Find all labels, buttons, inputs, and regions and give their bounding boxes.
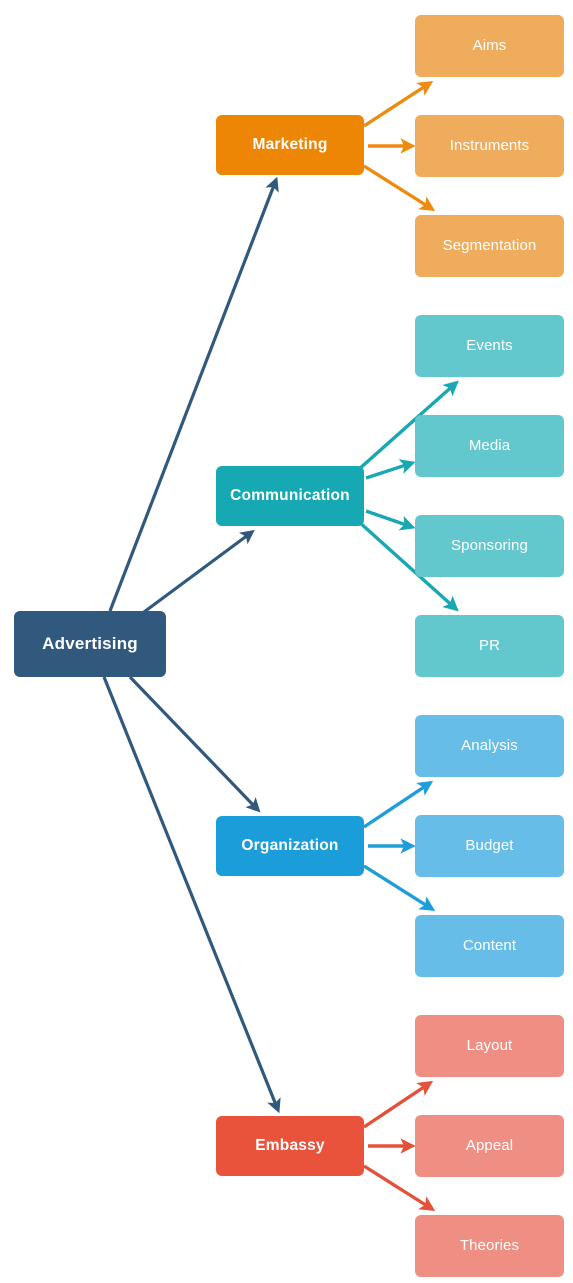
leaf-node-sponsoring[interactable]: Sponsoring [415, 515, 564, 577]
leaf-node-events[interactable]: Events [415, 315, 564, 377]
edge-communication-to-sponsoring [365, 509, 416, 531]
leaf-node-theories[interactable]: Theories [415, 1215, 564, 1277]
leaf-node-label-budget: Budget [465, 837, 514, 855]
leaf-node-content[interactable]: Content [415, 915, 564, 977]
edge-advertising-to-organization [128, 675, 261, 813]
leaf-node-label-media: Media [468, 437, 511, 455]
leaf-node-label-aims: Aims [472, 37, 507, 55]
leaf-node-label-theories: Theories [459, 1237, 520, 1255]
edge-communication-to-media [365, 459, 416, 480]
leaf-node-aims[interactable]: Aims [415, 15, 564, 77]
branch-node-label-organization: Organization [241, 837, 339, 855]
branch-node-marketing[interactable]: Marketing [216, 115, 364, 175]
leaf-node-layout[interactable]: Layout [415, 1015, 564, 1077]
leaf-node-label-sponsoring: Sponsoring [451, 537, 528, 555]
leaf-node-label-analysis: Analysis [461, 737, 518, 755]
branch-node-communication[interactable]: Communication [216, 466, 364, 526]
leaf-node-appeal[interactable]: Appeal [415, 1115, 564, 1177]
mind-map-diagram: Advertising Marketing Aims Instruments Segme… [0, 0, 573, 1283]
branch-node-organization[interactable]: Organization [216, 816, 364, 876]
leaf-node-label-pr: PR [478, 637, 501, 655]
leaf-node-instruments[interactable]: Instruments [415, 115, 564, 177]
edge-advertising-to-marketing [108, 176, 279, 612]
leaf-node-pr[interactable]: PR [415, 615, 564, 677]
leaf-node-label-appeal: Appeal [465, 1137, 514, 1155]
leaf-node-label-events: Events [466, 337, 513, 355]
leaf-node-label-content: Content [462, 937, 517, 955]
branch-node-label-marketing: Marketing [252, 136, 328, 154]
leaf-node-segmentation[interactable]: Segmentation [415, 215, 564, 277]
root-node-advertising[interactable]: Advertising [14, 611, 166, 677]
branch-node-embassy[interactable]: Embassy [216, 1116, 364, 1176]
root-node-label-advertising: Advertising [42, 634, 138, 654]
leaf-node-budget[interactable]: Budget [415, 815, 564, 877]
leaf-node-label-instruments: Instruments [449, 137, 530, 155]
leaf-node-label-layout: Layout [466, 1037, 513, 1055]
branch-node-label-embassy: Embassy [255, 1137, 325, 1155]
branch-node-label-communication: Communication [230, 487, 350, 505]
leaf-node-media[interactable]: Media [415, 415, 564, 477]
leaf-node-label-segmentation: Segmentation [442, 237, 537, 255]
edge-advertising-to-communication [139, 529, 255, 617]
edge-advertising-to-embassy [102, 676, 281, 1114]
leaf-node-analysis[interactable]: Analysis [415, 715, 564, 777]
